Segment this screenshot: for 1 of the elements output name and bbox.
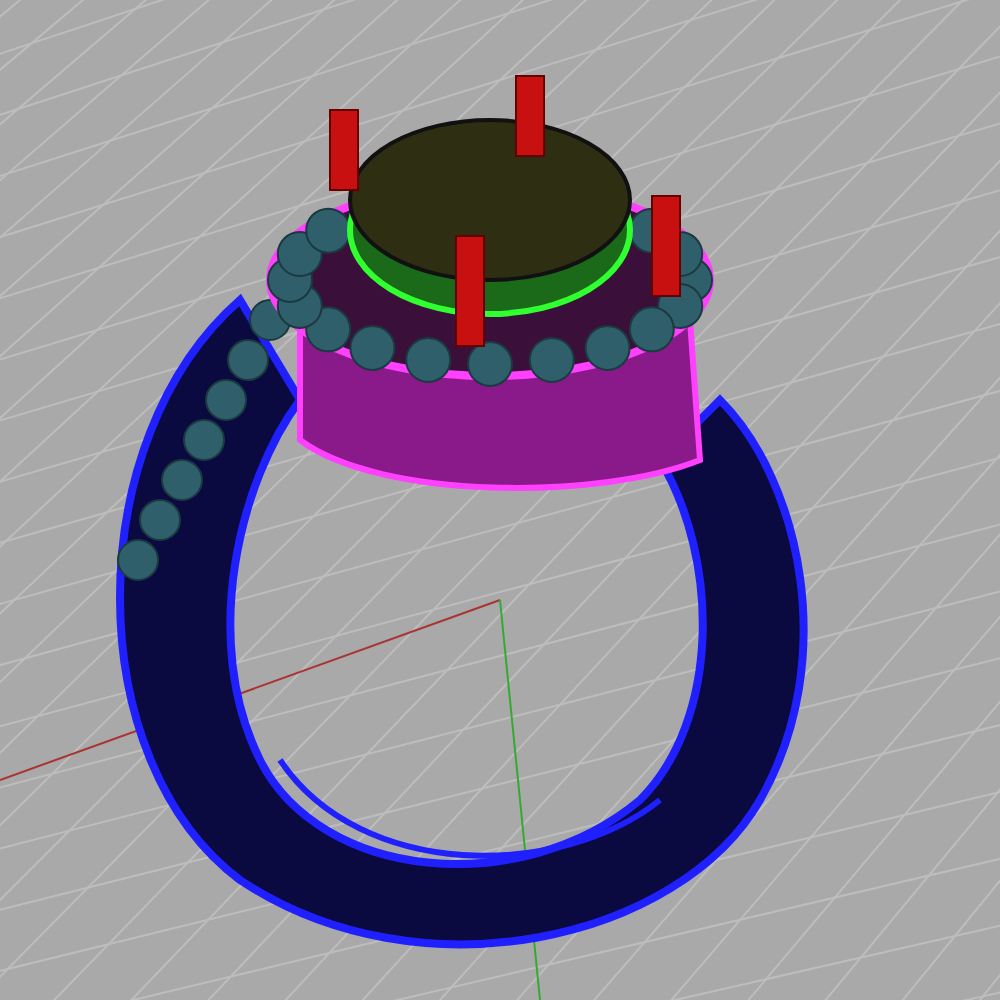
3d-viewport[interactable]: [0, 0, 1000, 1000]
